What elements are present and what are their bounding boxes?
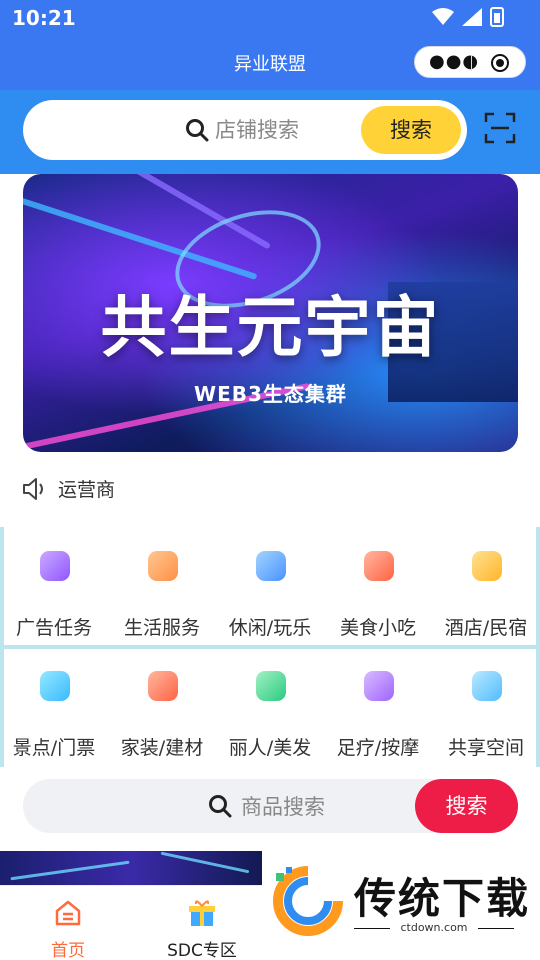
foot-icon bbox=[358, 665, 400, 707]
sofa-icon bbox=[142, 665, 184, 707]
cocktail-icon bbox=[466, 665, 508, 707]
bell-icon bbox=[34, 545, 76, 587]
search-icon bbox=[186, 119, 209, 142]
status-time: 10:21 bbox=[12, 6, 76, 30]
gift-icon bbox=[189, 900, 215, 926]
category-label: 休闲/玩乐 bbox=[228, 617, 312, 639]
home-icon bbox=[55, 900, 81, 926]
promo-light-streak bbox=[160, 851, 250, 874]
title-bar: 异业联盟 ●●● bbox=[0, 36, 540, 90]
store-search-button[interactable]: 搜索 bbox=[361, 106, 461, 154]
signal-icon bbox=[462, 8, 482, 26]
speaker-icon bbox=[23, 478, 43, 500]
banner-subtitle: WEB3生态集群 bbox=[194, 382, 347, 406]
search-icon bbox=[209, 795, 232, 818]
category-row-2: 景点/门票 家装/建材 丽人/美发 足疗/按摩 共享空间 bbox=[0, 647, 540, 767]
promo-light-streak bbox=[10, 860, 130, 881]
wifi-icon bbox=[432, 8, 454, 25]
status-bar: 10:21 bbox=[0, 0, 540, 36]
category-ad-tasks[interactable]: 广告任务 bbox=[0, 527, 108, 647]
product-search-button[interactable]: 搜索 bbox=[415, 779, 518, 833]
category-label: 共享空间 bbox=[447, 737, 524, 759]
ticket-icon bbox=[34, 665, 76, 707]
capsule-divider bbox=[471, 55, 472, 71]
category-food[interactable]: 美食小吃 bbox=[324, 527, 432, 647]
store-search-band: 店铺搜索 搜索 bbox=[0, 90, 540, 174]
category-label: 足疗/按摩 bbox=[336, 737, 420, 759]
category-label: 美食小吃 bbox=[339, 617, 416, 639]
watermark-url: ctdown.com bbox=[354, 921, 514, 934]
notice-bar[interactable]: 运营商 bbox=[0, 465, 540, 511]
category-label: 广告任务 bbox=[15, 617, 92, 639]
battery-icon bbox=[490, 7, 504, 27]
close-target-icon[interactable] bbox=[491, 54, 509, 72]
tab-home[interactable]: 首页 bbox=[3, 886, 133, 960]
hotel-icon bbox=[466, 545, 508, 587]
burger-icon bbox=[358, 545, 400, 587]
tab-label: 首页 bbox=[51, 941, 85, 960]
tab-label: SDC专区 bbox=[167, 941, 237, 960]
banner-title: 共生元宇宙 bbox=[100, 289, 441, 366]
watermark-title: 传统下载 bbox=[354, 874, 531, 923]
category-shared-space[interactable]: 共享空间 bbox=[432, 647, 540, 767]
store-search-placeholder: 店铺搜索 bbox=[215, 118, 299, 142]
category-home-decor[interactable]: 家装/建材 bbox=[108, 647, 216, 767]
category-label: 景点/门票 bbox=[12, 737, 96, 759]
category-label: 丽人/美发 bbox=[228, 737, 312, 759]
product-search-input[interactable]: 商品搜索 搜索 bbox=[23, 779, 518, 833]
store-search-input[interactable]: 店铺搜索 搜索 bbox=[23, 100, 467, 160]
notice-text: 运营商 bbox=[58, 479, 116, 501]
category-leisure[interactable]: 休闲/玩乐 bbox=[216, 527, 324, 647]
app-screen: 10:21 异业联盟 ●●● 店铺搜索 搜索 共生元宇宙 WEB3生态集群 运营… bbox=[0, 0, 540, 960]
category-life-services[interactable]: 生活服务 bbox=[108, 527, 216, 647]
category-label: 生活服务 bbox=[123, 617, 200, 639]
category-tickets[interactable]: 景点/门票 bbox=[0, 647, 108, 767]
banner-carousel[interactable]: 共生元宇宙 WEB3生态集群 bbox=[23, 174, 518, 452]
hair-icon bbox=[250, 665, 292, 707]
watermark: 传统下载 ctdown.com bbox=[262, 853, 540, 960]
category-beauty[interactable]: 丽人/美发 bbox=[216, 647, 324, 767]
category-row-1: 广告任务 生活服务 休闲/玩乐 美食小吃 酒店/民宿 bbox=[0, 527, 540, 647]
category-massage[interactable]: 足疗/按摩 bbox=[324, 647, 432, 767]
gamepad-icon bbox=[250, 545, 292, 587]
phone-charge-icon bbox=[142, 545, 184, 587]
category-label: 酒店/民宿 bbox=[444, 617, 528, 639]
mini-program-capsule: ●●● bbox=[414, 46, 526, 78]
scan-icon[interactable] bbox=[484, 112, 516, 144]
watermark-logo bbox=[273, 866, 343, 936]
category-label: 家装/建材 bbox=[120, 737, 204, 759]
product-search-placeholder: 商品搜索 bbox=[241, 795, 325, 819]
category-hotel[interactable]: 酒店/民宿 bbox=[432, 527, 540, 647]
tab-sdc[interactable]: SDC专区 bbox=[137, 886, 267, 960]
status-icons bbox=[432, 7, 504, 27]
